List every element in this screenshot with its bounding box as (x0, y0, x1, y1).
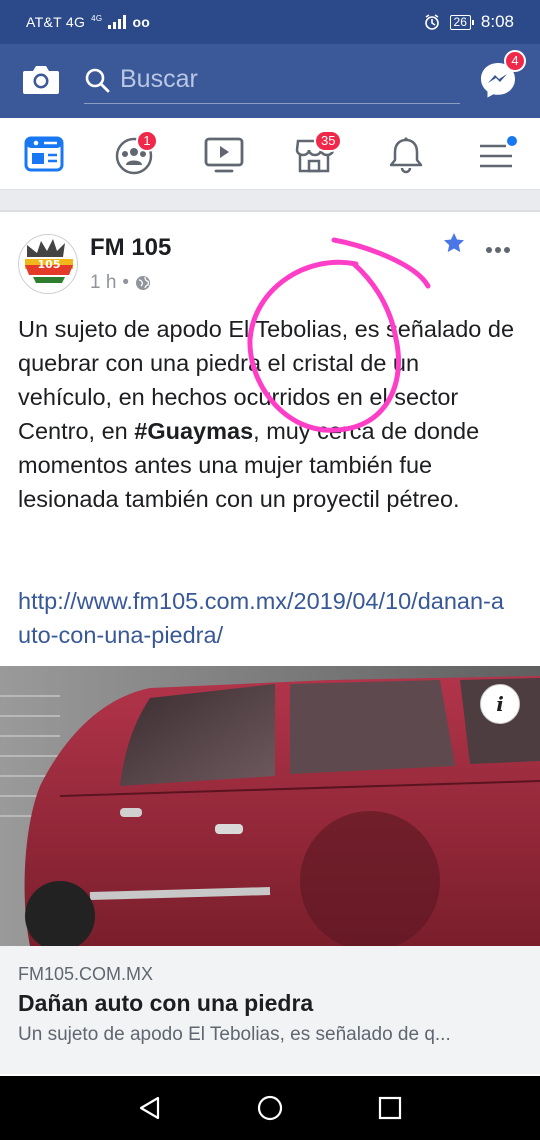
tab-marketplace[interactable]: 35 (292, 130, 343, 176)
tab-news-feed[interactable] (22, 132, 66, 176)
messenger-badge: 4 (504, 50, 526, 72)
info-icon: i (496, 692, 504, 716)
android-nav-bar (0, 1076, 540, 1140)
home-button[interactable] (256, 1094, 284, 1122)
hand-drawn-circle-annotation (247, 237, 431, 433)
newspaper-icon (24, 136, 64, 172)
fm105-logo-icon: 105 (25, 239, 73, 283)
red-truck-photo (0, 666, 540, 946)
hamburger-icon (480, 136, 517, 168)
search-icon (85, 68, 110, 92)
messenger-button[interactable]: 4 (478, 50, 526, 100)
battery-icon: 26 (449, 14, 475, 30)
post-url-link[interactable]: http://www.fm105.com.mx/2019/04/10/danan… (18, 584, 508, 652)
bell-icon (389, 137, 423, 174)
voicemail-icon: oo (132, 14, 151, 30)
battery-level: 26 (453, 15, 467, 29)
article-image[interactable]: i (0, 666, 540, 946)
hashtag-link[interactable]: #Guaymas (134, 418, 253, 444)
feed-divider (0, 190, 540, 210)
link-title[interactable]: Dañan auto con una piedra (18, 990, 313, 1017)
back-button[interactable] (136, 1094, 164, 1122)
marketplace-badge: 35 (314, 130, 343, 152)
recents-button[interactable] (376, 1094, 404, 1122)
more-options-button[interactable] (486, 240, 514, 253)
link-preview[interactable]: FM105.COM.MX Dañan auto con una piedra U… (0, 946, 540, 1074)
tab-notifications[interactable] (384, 132, 428, 176)
tab-watch[interactable] (202, 132, 246, 176)
home-circle-icon (257, 1095, 283, 1121)
page-name[interactable]: FM 105 (90, 234, 171, 262)
link-description: Un sujeto de apodo El Tebolias, es señal… (18, 1024, 451, 1045)
tab-bar: 1 35 (0, 118, 540, 190)
recents-square-icon (378, 1096, 402, 1120)
link-domain: FM105.COM.MX (18, 964, 154, 984)
post-card: 105 FM 105 1 h • Un sujeto de apodo El T… (0, 212, 540, 1076)
camera-button[interactable] (22, 62, 60, 96)
globe-icon (136, 276, 151, 290)
search-input[interactable] (120, 65, 440, 94)
post-time[interactable]: 1 h (90, 272, 116, 294)
status-bar: AT&T 4G 4G oo 26 8:08 (0, 0, 540, 44)
search-bar[interactable] (84, 56, 460, 104)
groups-badge: 1 (136, 130, 158, 152)
favorite-button[interactable] (443, 232, 465, 254)
page-avatar[interactable]: 105 (18, 234, 78, 294)
carrier-label: AT&T 4G (26, 14, 86, 30)
tab-menu[interactable] (474, 132, 518, 176)
video-icon (204, 137, 244, 173)
top-bar: 4 (0, 44, 540, 118)
clock: 8:08 (480, 12, 514, 31)
star-icon (444, 233, 464, 253)
separator-dot: • (122, 272, 130, 293)
camera-icon (23, 66, 59, 94)
network-label: 4G (91, 13, 103, 23)
alarm-icon (424, 14, 439, 30)
signal-icon (108, 15, 127, 29)
svg-text:105: 105 (38, 258, 61, 271)
post-meta: 1 h • (90, 272, 151, 294)
back-triangle-icon (139, 1096, 160, 1120)
info-button[interactable]: i (480, 684, 520, 724)
tab-groups[interactable]: 1 (112, 130, 158, 176)
